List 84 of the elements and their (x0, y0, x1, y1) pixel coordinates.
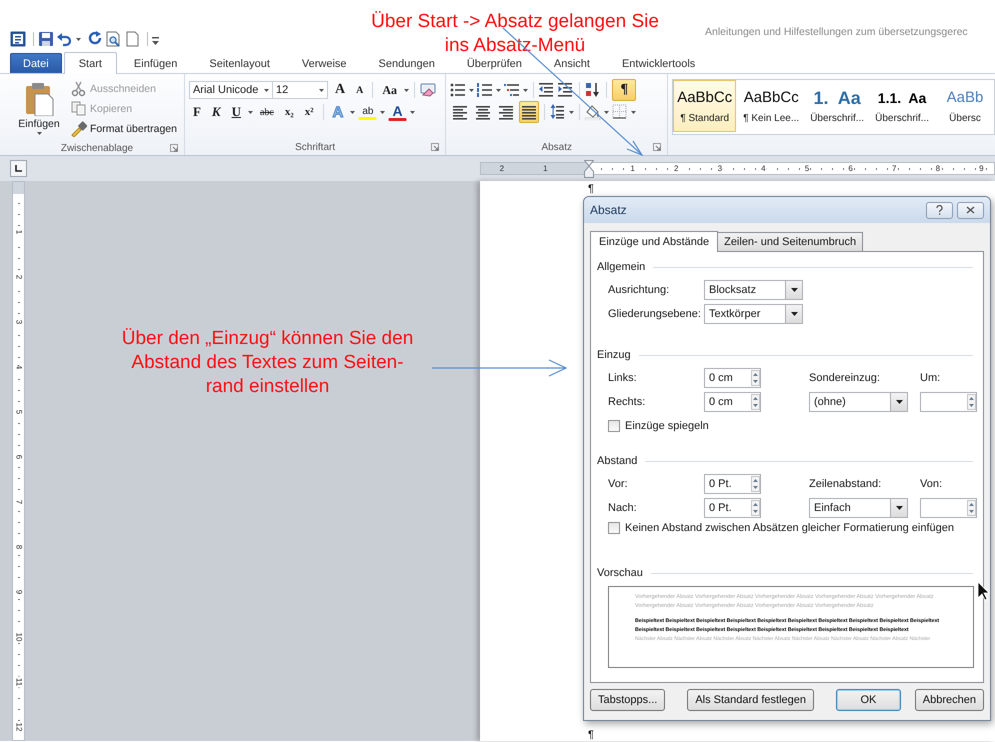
annotation-text: Über den „Einzug“ können Sie den Abstand des Textes zum Seiten- rand einstellen (120, 327, 414, 399)
ruler-number: 1 (629, 163, 636, 174)
subscript-button[interactable]: x₂ (280, 102, 298, 122)
ruler-number: 2 (498, 163, 506, 174)
ribbon-tab[interactable]: Einfügen (118, 53, 192, 73)
style-gallery-item[interactable]: AaBbCc ¶ Standard (673, 80, 736, 132)
field-label: Von: (920, 478, 944, 490)
group-label: Absatz (541, 142, 572, 153)
font-color-button[interactable]: A (388, 104, 407, 120)
dialog-tab[interactable]: Einzüge und Abstände (590, 231, 718, 252)
dialog-button[interactable]: Als Standard festlegen (687, 689, 814, 711)
vertical-ruler[interactable]: 1 2 3 4 5 6 7 8 9 10 11 12 (12, 181, 25, 741)
ruler-number: 1 (542, 163, 549, 174)
ruler-number: 12 (14, 722, 24, 732)
clipboard-button[interactable]: Format übertragen (68, 119, 180, 139)
group-label: Zwischenablage (60, 142, 134, 154)
ribbon-tab[interactable]: Start (64, 52, 117, 74)
dropdown[interactable]: Textkörper (704, 304, 803, 324)
ruler-number: 10 (14, 632, 24, 642)
field-label: Ausrichtung: (608, 284, 670, 296)
ruler-number: 3 (716, 163, 724, 174)
horizontal-ruler[interactable]: 2 1 1 2 3 4 5 6 7 8 9 (480, 162, 995, 175)
dialog-button[interactable]: Tabstopps... (590, 689, 666, 711)
field-label: Vor: (608, 478, 629, 490)
ruler-number: 11 (14, 676, 24, 688)
ribbon-tab[interactable]: Seitenlayout (194, 53, 285, 73)
ruler-number: 9 (978, 163, 985, 174)
paragraph-mark: ¶ (588, 183, 594, 195)
strikethrough-button[interactable]: abc (256, 102, 278, 122)
grow-font-button[interactable]: A (330, 80, 350, 100)
dialog-button[interactable]: Abbrechen (914, 689, 984, 711)
section-heading: Allgemein (597, 261, 646, 273)
paragraph-mark: ¶ (588, 729, 594, 741)
ribbon-tab[interactable]: Entwicklertools (606, 53, 710, 73)
field-label: Sondereinzug: (809, 372, 881, 384)
ribbon-tab[interactable]: Verweise (286, 53, 362, 73)
dropdown[interactable]: Blocksatz (704, 280, 803, 300)
style-gallery-item[interactable]: 1. Aa Überschrif... (806, 80, 868, 132)
field-label: Zeilenabstand: (809, 478, 882, 490)
font-name-dropdown[interactable]: Arial Unicode (188, 81, 273, 99)
section-heading: Abstand (597, 455, 638, 467)
field-label: Gliederungsebene: (608, 308, 702, 320)
dropdown[interactable]: Einfach (809, 498, 908, 518)
style-gallery-item[interactable]: AaBb Übersc (936, 80, 994, 132)
ruler-number: 2 (672, 163, 680, 174)
ruler-number: 8 (934, 163, 942, 174)
ruler-number: 6 (847, 163, 854, 174)
spin-field[interactable]: 0 Pt. (704, 474, 761, 494)
dialog-tab[interactable]: Zeilen- und Seitenumbruch (717, 232, 864, 251)
dialog-title: Absatz (590, 203, 628, 217)
underline-button[interactable]: U (228, 102, 245, 122)
ruler-number: 7 (890, 163, 898, 174)
ribbon-tab[interactable]: Ansicht (538, 53, 605, 73)
ruler-number: 4 (760, 163, 767, 174)
ribbon-tab[interactable]: Sendungen (364, 53, 450, 73)
paste-button[interactable]: Einfügen (14, 79, 64, 141)
ruler-number: 5 (804, 163, 810, 174)
highlight-button[interactable]: ab (358, 104, 378, 120)
superscript-button[interactable]: x² (300, 102, 318, 122)
group-label: Schriftart (295, 142, 336, 153)
field-label: Rechts: (608, 396, 646, 408)
field-label: Um: (920, 372, 942, 384)
dropdown[interactable]: (ohne) (809, 392, 908, 412)
spin-field[interactable]: 0 cm (704, 368, 761, 388)
field-label: Links: (608, 372, 638, 384)
window-title: Anleitungen und Hilfestellungen zum übersetzungsgerec (705, 26, 969, 38)
section-heading: Einzug (597, 349, 631, 361)
style-gallery-item[interactable]: AaBbCc ¶ Kein Lee... (739, 80, 804, 132)
spin-field[interactable]: 0 Pt. (704, 498, 761, 518)
italic-button[interactable]: K (208, 102, 225, 122)
checkbox-label: Keinen Abstand zwischen Absätzen gleicher Formatierung einfügen (625, 522, 954, 534)
shrink-font-button[interactable]: A (352, 80, 368, 100)
ribbon-tab[interactable]: Überprüfen (452, 53, 537, 73)
dialog-button[interactable]: OK (836, 689, 901, 711)
section-heading: Vorschau (597, 567, 643, 579)
field-label: Nach: (608, 502, 638, 514)
style-gallery-item[interactable]: 1.1. Aa Überschrif... (871, 80, 933, 132)
font-size-dropdown[interactable]: 12 (272, 81, 328, 99)
checkbox-label: Einzüge spiegeln (625, 420, 709, 432)
change-case-button[interactable]: Aa (378, 80, 401, 100)
file-tab[interactable]: Datei (10, 53, 62, 73)
bold-button[interactable]: F (188, 102, 205, 122)
show-marks-button[interactable]: ¶ (612, 79, 636, 101)
spin-field[interactable]: 0 cm (704, 392, 761, 412)
